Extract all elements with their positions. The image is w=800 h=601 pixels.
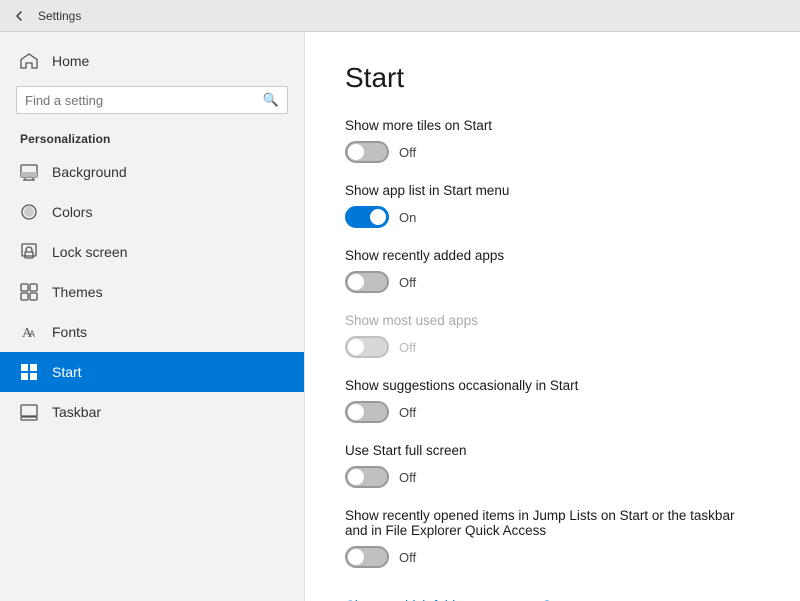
toggle-knob (348, 339, 364, 355)
toggle-knob (370, 209, 386, 225)
sidebar-item-background[interactable]: Background (0, 152, 304, 192)
toggle-more-tiles[interactable] (345, 141, 389, 163)
sidebar-home-label: Home (52, 53, 89, 69)
toggle-full-screen[interactable] (345, 466, 389, 488)
title-bar: Settings (0, 0, 800, 32)
toggle-knob (348, 274, 364, 290)
sidebar-item-label: Start (52, 364, 82, 380)
sidebar-item-label: Background (52, 164, 127, 180)
svg-text:A: A (29, 329, 35, 339)
lockscreen-icon (20, 243, 38, 261)
themes-icon (20, 283, 38, 301)
setting-more-tiles: Show more tiles on Start Off (345, 118, 760, 163)
search-icon: 🔍 (263, 92, 279, 108)
setting-suggestions: Show suggestions occasionally in Start O… (345, 378, 760, 423)
setting-label: Show more tiles on Start (345, 118, 760, 133)
toggle-knob (348, 469, 364, 485)
toggle-state: Off (399, 340, 416, 355)
main-layout: Home 🔍 Personalization Background (0, 32, 800, 601)
sidebar-item-label: Fonts (52, 324, 87, 340)
toggle-knob (348, 549, 364, 565)
sidebar-item-lockscreen[interactable]: Lock screen (0, 232, 304, 272)
home-icon (20, 52, 38, 70)
sidebar-item-label: Themes (52, 284, 103, 300)
setting-recently-added: Show recently added apps Off (345, 248, 760, 293)
taskbar-icon (20, 403, 38, 421)
setting-label: Show recently opened items in Jump Lists… (345, 508, 760, 538)
toggle-knob (348, 404, 364, 420)
colors-icon (20, 203, 38, 221)
toggle-row: Off (345, 141, 760, 163)
sidebar-item-taskbar[interactable]: Taskbar (0, 392, 304, 432)
toggle-state: Off (399, 470, 416, 485)
sidebar-item-themes[interactable]: Themes (0, 272, 304, 312)
page-title: Start (345, 62, 760, 94)
toggle-most-used (345, 336, 389, 358)
search-input[interactable] (25, 93, 257, 108)
toggle-knob (348, 144, 364, 160)
sidebar-item-home[interactable]: Home (0, 42, 304, 80)
setting-label: Show suggestions occasionally in Start (345, 378, 760, 393)
toggle-row: Off (345, 336, 760, 358)
sidebar-item-label: Lock screen (52, 244, 127, 260)
toggle-row: Off (345, 271, 760, 293)
toggle-state: Off (399, 145, 416, 160)
toggle-state: Off (399, 405, 416, 420)
setting-most-used: Show most used apps Off (345, 313, 760, 358)
sidebar-item-start[interactable]: Start (0, 352, 304, 392)
toggle-row: Off (345, 401, 760, 423)
setting-app-list: Show app list in Start menu On (345, 183, 760, 228)
setting-label: Use Start full screen (345, 443, 760, 458)
toggle-recently-added[interactable] (345, 271, 389, 293)
start-icon (20, 363, 38, 381)
sidebar-item-label: Taskbar (52, 404, 101, 420)
toggle-state: Off (399, 550, 416, 565)
toggle-state: Off (399, 275, 416, 290)
sidebar-item-label: Colors (52, 204, 92, 220)
setting-label: Show app list in Start menu (345, 183, 760, 198)
back-button[interactable] (10, 7, 28, 25)
toggle-row: Off (345, 466, 760, 488)
toggle-recently-opened[interactable] (345, 546, 389, 568)
setting-label-disabled: Show most used apps (345, 313, 760, 328)
sidebar: Home 🔍 Personalization Background (0, 32, 305, 601)
sidebar-section-label: Personalization (0, 124, 304, 152)
content-area: Start Show more tiles on Start Off Show … (305, 32, 800, 601)
setting-full-screen: Use Start full screen Off (345, 443, 760, 488)
sidebar-item-colors[interactable]: Colors (0, 192, 304, 232)
setting-recently-opened: Show recently opened items in Jump Lists… (345, 508, 760, 568)
background-icon (20, 163, 38, 181)
toggle-suggestions[interactable] (345, 401, 389, 423)
toggle-app-list[interactable] (345, 206, 389, 228)
sidebar-search-box[interactable]: 🔍 (16, 86, 288, 114)
window-title: Settings (38, 9, 81, 23)
toggle-state: On (399, 210, 416, 225)
toggle-row: On (345, 206, 760, 228)
setting-label: Show recently added apps (345, 248, 760, 263)
toggle-row: Off (345, 546, 760, 568)
sidebar-item-fonts[interactable]: A A Fonts (0, 312, 304, 352)
fonts-icon: A A (20, 323, 38, 341)
